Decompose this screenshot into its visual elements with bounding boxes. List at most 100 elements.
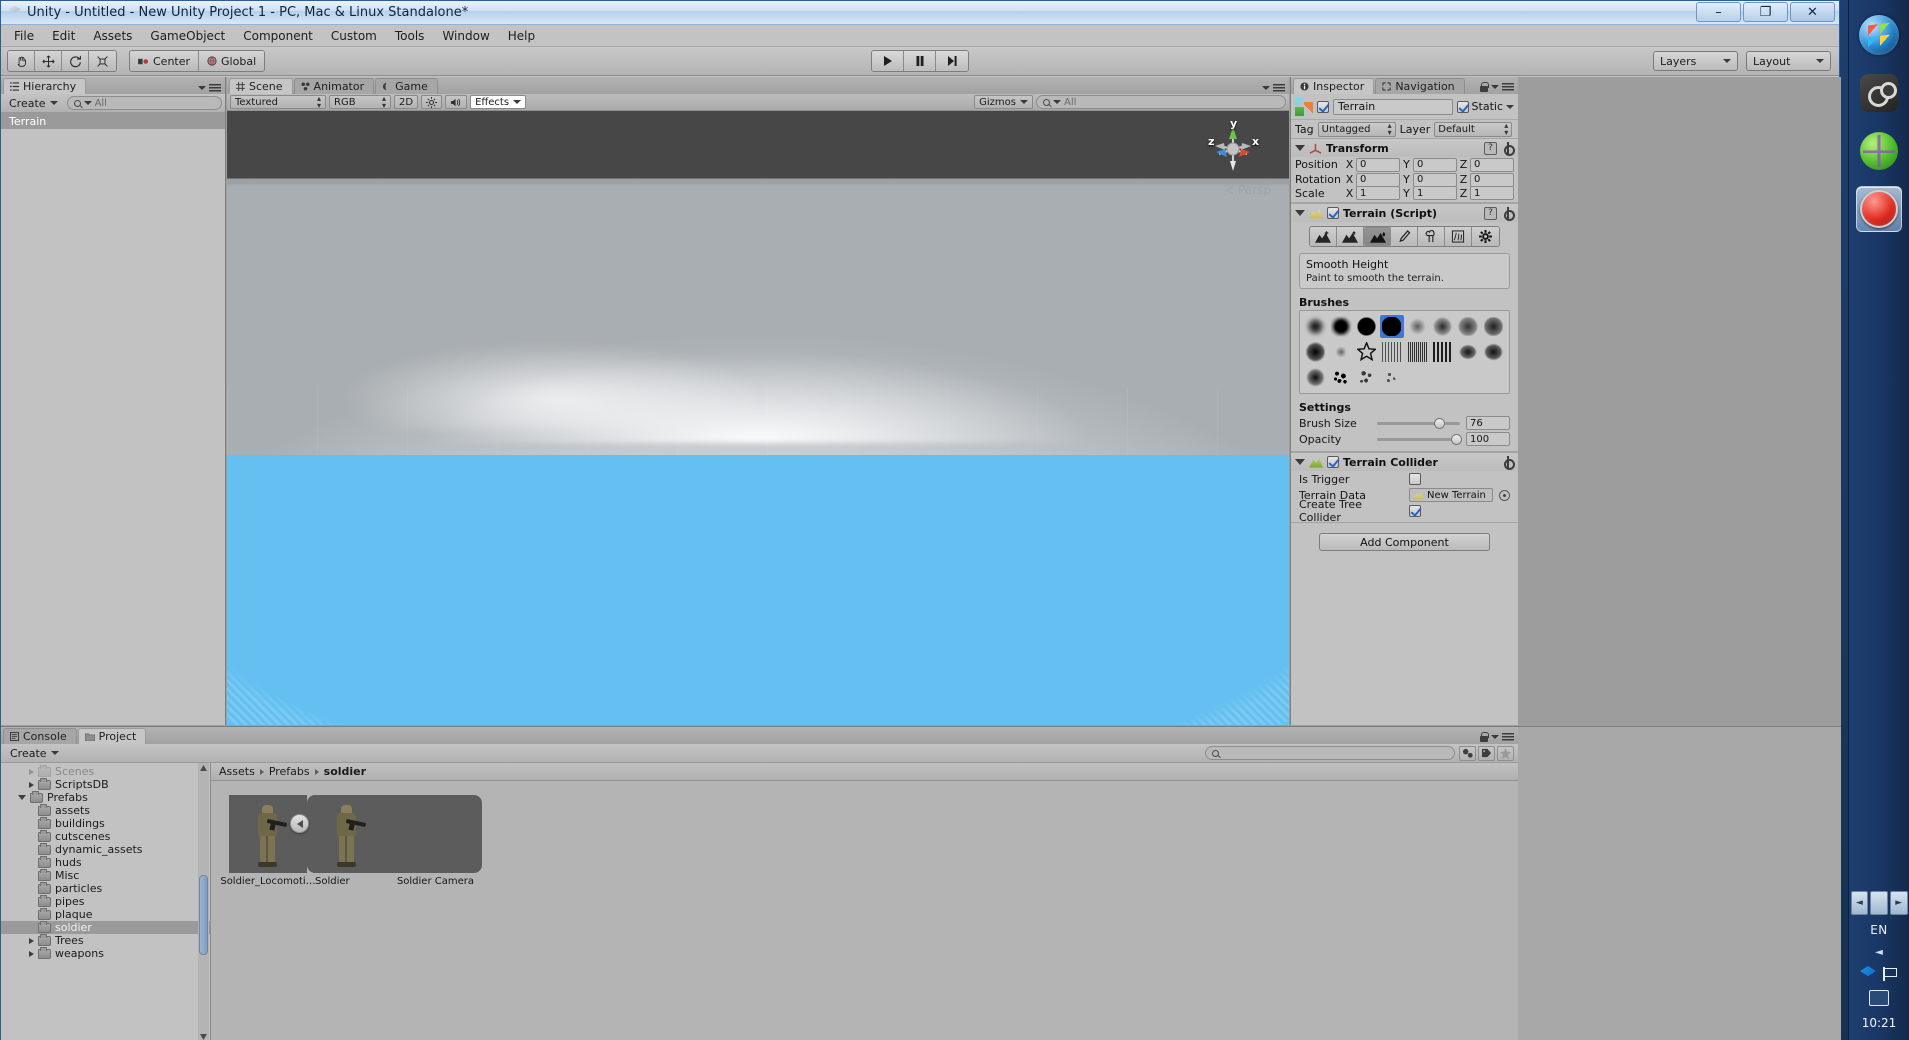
- chevron-right-icon[interactable]: [29, 781, 34, 788]
- brush-option[interactable]: [1482, 340, 1505, 363]
- object-picker-button[interactable]: [1499, 489, 1510, 501]
- slider-knob[interactable]: [1451, 433, 1462, 445]
- brush-option[interactable]: [1406, 315, 1429, 338]
- hierarchy-search-input[interactable]: All: [66, 96, 222, 110]
- asset-thumbnail[interactable]: [307, 795, 482, 873]
- tree-item[interactable]: plaque: [1, 907, 210, 921]
- raise-lower-terrain-tool-button[interactable]: [1310, 227, 1337, 246]
- maximize-button[interactable]: ❐: [1743, 2, 1788, 22]
- brush-size-slider[interactable]: [1377, 416, 1460, 430]
- menu-component[interactable]: Component: [234, 27, 322, 45]
- paint-height-tool-button[interactable]: [1337, 227, 1364, 246]
- record-icon[interactable]: [1856, 186, 1902, 232]
- brush-option[interactable]: [1456, 315, 1479, 338]
- scrollbar-thumb[interactable]: [199, 875, 208, 955]
- static-toggle[interactable]: Static: [1456, 100, 1514, 113]
- taskbar-scroll-middle[interactable]: [1870, 891, 1888, 915]
- tree-item[interactable]: Prefabs: [1, 790, 210, 804]
- tab-navigation[interactable]: Navigation: [1375, 78, 1465, 94]
- brush-option[interactable]: [1380, 366, 1403, 389]
- menu-help[interactable]: Help: [499, 27, 544, 45]
- globe-icon[interactable]: [1856, 128, 1902, 174]
- pivot-rotation-button[interactable]: Global: [199, 51, 265, 71]
- tag-dropdown[interactable]: Untagged ▴ ▾: [1317, 121, 1396, 137]
- brush-option[interactable]: [1431, 315, 1454, 338]
- color-mode-dropdown[interactable]: RGB ▴ ▾: [329, 95, 391, 110]
- tree-item[interactable]: pipes: [1, 894, 210, 908]
- menu-file[interactable]: File: [5, 27, 43, 45]
- help-icon[interactable]: ?: [1484, 141, 1497, 155]
- toggle-2d-button[interactable]: 2D: [394, 95, 419, 109]
- terrain-settings-tool-button[interactable]: [1472, 227, 1499, 246]
- create-tree-collider-checkbox[interactable]: [1409, 505, 1421, 518]
- scene-projection-toggle[interactable]: ≺ Persp: [1224, 183, 1271, 197]
- brush-option[interactable]: [1431, 340, 1454, 363]
- tab-console[interactable]: Console: [3, 728, 77, 744]
- filter-by-type-icon[interactable]: [1459, 745, 1476, 761]
- close-button[interactable]: ✕: [1790, 2, 1835, 22]
- add-component-button[interactable]: Add Component: [1319, 533, 1490, 552]
- scene-viewport[interactable]: y z x ≺ Persp: [227, 111, 1289, 725]
- tree-item[interactable]: cutscenes: [1, 829, 210, 843]
- opacity-slider[interactable]: [1377, 432, 1462, 446]
- gear-icon[interactable]: [1501, 142, 1515, 156]
- project-create-button[interactable]: Create: [5, 746, 64, 761]
- flag-icon[interactable]: [1882, 967, 1898, 981]
- steam-icon[interactable]: [1856, 70, 1902, 116]
- layout-dropdown[interactable]: Layout: [1746, 51, 1831, 71]
- menu-assets[interactable]: Assets: [84, 27, 141, 45]
- taskbar-scroll-controls[interactable]: ◄ ►: [1850, 891, 1908, 915]
- scene-effects-dropdown[interactable]: Effects: [470, 95, 527, 109]
- scene-tab-menu[interactable]: [1262, 84, 1285, 92]
- menu-tools[interactable]: Tools: [386, 27, 434, 45]
- brush-option[interactable]: [1406, 340, 1429, 363]
- tree-item[interactable]: weapons: [1, 946, 210, 960]
- terrain-script-header[interactable]: Terrain (Script) ?: [1291, 204, 1518, 222]
- hierarchy-item-terrain[interactable]: Terrain: [1, 113, 225, 129]
- monitor-icon[interactable]: [1869, 990, 1889, 1006]
- transform-header[interactable]: Transform ?: [1291, 139, 1518, 157]
- brush-option[interactable]: [1482, 315, 1505, 338]
- scale-y-input[interactable]: 1: [1413, 186, 1457, 200]
- place-trees-tool-button[interactable]: [1418, 227, 1445, 246]
- chevron-right-icon[interactable]: [29, 937, 34, 944]
- inspector-tab-menu[interactable]: [1480, 82, 1514, 92]
- static-checkbox[interactable]: [1456, 100, 1469, 113]
- terrain-collider-header[interactable]: Terrain Collider: [1291, 453, 1518, 472]
- lock-icon[interactable]: [1480, 732, 1489, 742]
- layer-dropdown[interactable]: Default ▴ ▾: [1434, 121, 1513, 137]
- minimize-button[interactable]: –: [1696, 2, 1741, 22]
- tab-animator[interactable]: Animator: [293, 78, 375, 94]
- move-tool-button[interactable]: [35, 51, 62, 71]
- chevron-right-icon[interactable]: [29, 950, 34, 957]
- rotation-y-input[interactable]: 0: [1413, 172, 1457, 187]
- brush-option[interactable]: [1304, 340, 1327, 363]
- tab-scene[interactable]: Scene: [229, 78, 293, 94]
- scroll-down-arrow-icon[interactable]: [199, 1032, 208, 1040]
- scene-view-gizmo[interactable]: y z x: [1203, 117, 1263, 179]
- brush-option[interactable]: [1304, 315, 1327, 338]
- hand-tool-button[interactable]: [8, 51, 35, 71]
- tree-item[interactable]: Misc: [1, 868, 210, 882]
- scale-x-input[interactable]: 1: [1356, 186, 1400, 200]
- language-indicator[interactable]: EN: [1870, 923, 1888, 937]
- project-tab-menu[interactable]: [1480, 732, 1514, 742]
- brush-option[interactable]: [1304, 366, 1327, 389]
- is-trigger-checkbox[interactable]: [1409, 473, 1421, 486]
- menu-edit[interactable]: Edit: [43, 27, 84, 45]
- help-icon[interactable]: ?: [1484, 206, 1497, 220]
- tree-item[interactable]: particles: [1, 881, 210, 895]
- slider-knob[interactable]: [1434, 417, 1446, 429]
- project-search-input[interactable]: [1205, 746, 1455, 760]
- scale-tool-button[interactable]: [89, 51, 116, 71]
- smooth-height-tool-button[interactable]: [1364, 227, 1391, 246]
- tree-item[interactable]: dynamic_assets: [1, 842, 210, 856]
- brush-option[interactable]: [1329, 315, 1352, 338]
- pause-button[interactable]: [904, 51, 936, 71]
- tree-item[interactable]: buildings: [1, 816, 210, 830]
- clock[interactable]: 10:21: [1862, 1016, 1897, 1030]
- terrain-script-enabled-checkbox[interactable]: [1327, 207, 1339, 219]
- hierarchy-tab-menu[interactable]: [198, 84, 221, 92]
- tree-item[interactable]: Scenes: [1, 764, 210, 778]
- show-hidden-icons-arrow[interactable]: ◄: [1875, 947, 1883, 958]
